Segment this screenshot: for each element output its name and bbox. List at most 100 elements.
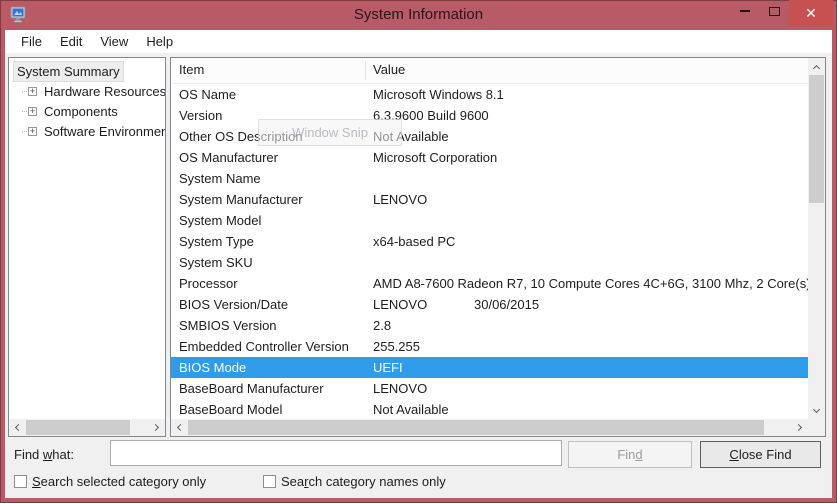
menu-item-help[interactable]: Help (137, 32, 182, 51)
search-selected-category-checkbox[interactable]: Search selected category only (14, 474, 206, 489)
tree-items: System Summary + Hardware Resources + Compon… (9, 58, 165, 419)
item-cell: Processor (179, 273, 238, 294)
tree-item-label: Components (41, 102, 121, 121)
tree-item-label: Software Environment (41, 122, 165, 141)
table-row[interactable]: OS ManufacturerMicrosoft Corporation (171, 147, 808, 168)
table-vertical-scrollbar[interactable] (808, 58, 825, 419)
close-icon: ✕ (805, 5, 817, 22)
tree-item-components[interactable]: + Components (9, 101, 165, 121)
value-cell: LENOVO (373, 189, 427, 210)
tree-item-system-summary[interactable]: System Summary (9, 61, 165, 81)
close-button[interactable]: ✕ (789, 0, 833, 26)
item-cell: System Type (179, 231, 254, 252)
find-input[interactable] (110, 440, 562, 466)
scroll-down-button[interactable] (808, 402, 825, 419)
table-row[interactable]: System SKU (171, 252, 808, 273)
table-row[interactable]: Embedded Controller Version 255.255 (171, 336, 808, 357)
details-table: Item Value OS Name Microsoft Windows 8.1 V… (170, 57, 826, 437)
scrollbar-thumb[interactable] (26, 420, 130, 435)
table-row[interactable]: SMBIOS Version 2.8 (171, 315, 808, 336)
scroll-right-button[interactable] (791, 419, 808, 436)
item-cell: BIOS Mode (179, 357, 246, 378)
tree-item-label: System Summary (14, 62, 123, 81)
value-cell: LENOVO (373, 294, 427, 315)
table-row[interactable]: OS Name Microsoft Windows 8.1 (171, 84, 808, 105)
value-cell: AMD A8-7600 Radeon R7, 10 Compute Cores … (373, 273, 811, 294)
item-cell: Embedded Controller Version (179, 336, 349, 357)
titlebar[interactable]: System Information ✕ (0, 0, 837, 30)
scrollbar-thumb[interactable] (809, 75, 824, 203)
item-cell: OS Manufacturer (179, 147, 278, 168)
table-row[interactable]: BIOS Version/Date LENOVO 30/06/2015 (171, 294, 808, 315)
value2-cell: 30/06/2015 (474, 294, 539, 315)
table-row[interactable]: System Name (171, 168, 808, 189)
chevron-right-icon (152, 424, 159, 431)
scroll-left-button[interactable] (9, 419, 26, 436)
system-information-window: System Information ✕ FileEditViewHelp Sy… (0, 0, 837, 503)
column-divider[interactable] (365, 61, 366, 80)
value-cell: UEFI (373, 357, 403, 378)
table-row[interactable]: Processor AMD A8-7600 Radeon R7, 10 Compu… (171, 273, 808, 294)
window-snip-ghost-tooltip: Window Snip (258, 119, 402, 146)
menu-item-file[interactable]: File (12, 32, 51, 51)
item-cell: SMBIOS Version (179, 315, 277, 336)
navigation-tree: System Summary + Hardware Resources + Compon… (8, 57, 166, 437)
expand-plus-icon[interactable]: + (28, 107, 37, 116)
checkbox-icon (263, 475, 276, 488)
value-cell: Microsoft Windows 8.1 (373, 84, 504, 105)
tree-item-hardware-resources[interactable]: + Hardware Resources (9, 81, 165, 101)
chevron-left-icon (15, 424, 22, 431)
item-cell: System Model (179, 210, 261, 231)
table-row[interactable]: BaseBoard Manufacturer LENOVO (171, 378, 808, 399)
search-category-names-checkbox[interactable]: Search category names only (263, 474, 446, 489)
checkbox-icon (14, 475, 27, 488)
tree-connector (22, 91, 27, 92)
minimize-icon (740, 10, 750, 12)
window-title: System Information (0, 6, 837, 23)
scrollbar-corner (808, 419, 825, 436)
tree-item-label: Hardware Resources (41, 82, 165, 101)
table-row[interactable]: System Model (171, 210, 808, 231)
tree-item-software-environment[interactable]: + Software Environment (9, 121, 165, 141)
checkbox-label: Search selected category only (32, 474, 206, 489)
value-cell: x64-based PC (373, 231, 455, 252)
scroll-up-button[interactable] (808, 58, 825, 75)
menubar: FileEditViewHelp (5, 30, 832, 53)
item-cell: System Name (179, 168, 261, 189)
table-horizontal-scrollbar[interactable] (171, 419, 808, 436)
expand-plus-icon[interactable]: + (28, 127, 37, 136)
close-find-button[interactable]: Close Find (700, 441, 821, 468)
minimize-button[interactable] (730, 0, 759, 22)
item-cell: BaseBoard Manufacturer (179, 378, 324, 399)
expand-plus-icon[interactable]: + (28, 87, 37, 96)
find-button[interactable]: Find (568, 441, 692, 468)
table-row[interactable]: BIOS Mode UEFI (171, 357, 808, 378)
chevron-down-icon (813, 405, 820, 412)
column-header-item[interactable]: Item (179, 62, 204, 77)
item-cell: BIOS Version/Date (179, 294, 288, 315)
value-cell: 2.8 (373, 315, 391, 336)
tree-connector (22, 131, 27, 132)
item-cell: System SKU (179, 252, 253, 273)
checkbox-label: Search category names only (281, 474, 446, 489)
tree-horizontal-scrollbar[interactable] (9, 419, 165, 436)
table-row[interactable]: System ManufacturerLENOVO (171, 189, 808, 210)
column-header-value[interactable]: Value (373, 62, 405, 77)
scroll-right-button[interactable] (148, 419, 165, 436)
table-row[interactable]: System Type x64-based PC (171, 231, 808, 252)
value-cell: LENOVO (373, 378, 427, 399)
menu-item-edit[interactable]: Edit (51, 32, 91, 51)
value-cell: Not Available (373, 399, 449, 420)
item-cell: BaseBoard Model (179, 399, 282, 420)
search-options-row: Search selected category only Search cat… (0, 474, 837, 494)
value-cell: 255.255 (373, 336, 420, 357)
chevron-up-icon (813, 64, 820, 71)
item-cell: Version (179, 105, 222, 126)
maximize-button[interactable] (760, 0, 789, 22)
item-cell: OS Name (179, 84, 236, 105)
chevron-right-icon (795, 424, 802, 431)
scrollbar-thumb[interactable] (188, 420, 764, 435)
menu-item-view[interactable]: View (91, 32, 137, 51)
table-row[interactable]: BaseBoard Model Not Available (171, 399, 808, 420)
scroll-left-button[interactable] (171, 419, 188, 436)
